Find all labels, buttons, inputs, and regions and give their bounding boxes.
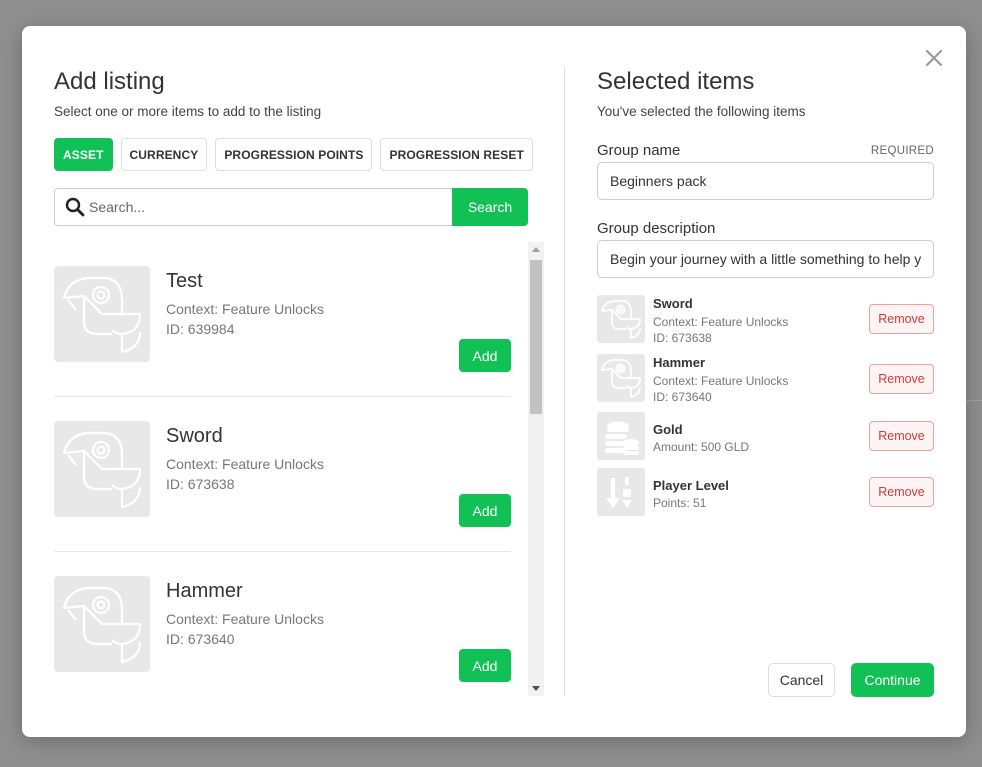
triangle-down-icon <box>532 686 540 691</box>
selected-thumbnail <box>597 354 645 402</box>
selected-subtitle: You've selected the following items <box>597 104 806 119</box>
item-thumbnail <box>54 266 150 362</box>
panel-subtitle: Select one or more items to add to the l… <box>54 104 322 119</box>
list-scrollbar[interactable] <box>528 242 544 696</box>
selected-item: Sword Context: Feature Unlocks ID: 67363… <box>597 295 934 345</box>
scroll-down-arrow[interactable] <box>528 682 544 696</box>
selected-title: Selected items <box>597 68 755 95</box>
filter-asset[interactable]: ASSET <box>54 138 113 171</box>
coins-icon <box>605 421 639 455</box>
sort-arrows-icon <box>606 477 632 508</box>
type-filters: ASSET CURRENCY PROGRESSION POINTS PROGRE… <box>54 138 533 171</box>
selected-amount: Amount: 500 GLD <box>653 440 750 454</box>
item-context: Context: Feature Unlocks <box>166 611 324 627</box>
backdrop-divider <box>966 400 982 401</box>
search-button[interactable]: Search <box>452 188 528 226</box>
selected-context: Context: Feature Unlocks <box>653 374 789 388</box>
item-id: ID: 673638 <box>166 476 235 492</box>
selected-id: ID: 673638 <box>653 331 712 345</box>
required-label: REQUIRED <box>870 145 934 157</box>
item-thumbnail <box>54 576 150 672</box>
selected-thumbnail <box>597 468 645 516</box>
parrot-placeholder-icon <box>601 300 641 339</box>
selected-thumbnail <box>597 412 645 460</box>
add-button[interactable]: Add <box>459 649 511 682</box>
panel-divider <box>564 66 565 696</box>
selected-name: Hammer <box>653 355 706 370</box>
list-item: Hammer Context: Feature Unlocks ID: 6736… <box>54 552 511 696</box>
continue-button[interactable]: Continue <box>851 663 934 697</box>
remove-button[interactable]: Remove <box>869 477 934 507</box>
search-icon <box>65 197 85 217</box>
parrot-placeholder-icon <box>62 586 142 664</box>
selected-item: Gold Amount: 500 GLD Remove <box>597 412 934 462</box>
item-id: ID: 673640 <box>166 631 235 647</box>
group-description-input[interactable] <box>597 240 934 278</box>
remove-button[interactable]: Remove <box>869 364 934 394</box>
add-button[interactable]: Add <box>459 494 511 527</box>
group-description-label: Group description <box>597 220 716 237</box>
filter-progression-points[interactable]: PROGRESSION POINTS <box>215 138 373 171</box>
selected-items-panel: Selected items You've selected the follo… <box>597 26 934 737</box>
search-box[interactable] <box>54 188 452 226</box>
item-id: ID: 639984 <box>166 321 235 337</box>
selected-id: ID: 673640 <box>653 390 712 404</box>
scroll-up-arrow[interactable] <box>528 242 544 256</box>
item-name: Test <box>166 270 203 292</box>
parrot-placeholder-icon <box>62 276 142 354</box>
group-name-input[interactable] <box>597 162 934 200</box>
cancel-button[interactable]: Cancel <box>768 663 835 697</box>
selected-item: Hammer Context: Feature Unlocks ID: 6736… <box>597 354 934 404</box>
selected-context: Context: Feature Unlocks <box>653 315 789 329</box>
list-item: Sword Context: Feature Unlocks ID: 67363… <box>54 397 511 552</box>
list-item: Test Context: Feature Unlocks ID: 639984… <box>54 242 511 397</box>
selected-name: Sword <box>653 296 693 311</box>
item-context: Context: Feature Unlocks <box>166 301 324 317</box>
parrot-placeholder-icon <box>62 431 142 509</box>
selected-name: Gold <box>653 422 683 437</box>
triangle-up-icon <box>532 247 540 252</box>
filter-progression-reset[interactable]: PROGRESSION RESET <box>380 138 533 171</box>
add-button[interactable]: Add <box>459 339 511 372</box>
remove-button[interactable]: Remove <box>869 421 934 451</box>
search-bar: Search <box>54 188 528 226</box>
item-name: Sword <box>166 425 223 447</box>
scroll-thumb[interactable] <box>530 260 542 414</box>
selected-name: Player Level <box>653 478 729 493</box>
panel-title: Add listing <box>54 68 165 95</box>
add-listing-modal: Add listing Select one or more items to … <box>22 26 966 737</box>
add-listing-panel: Add listing Select one or more items to … <box>54 26 544 737</box>
group-name-label: Group name <box>597 142 681 159</box>
item-thumbnail <box>54 421 150 517</box>
selected-thumbnail <box>597 295 645 343</box>
item-context: Context: Feature Unlocks <box>166 456 324 472</box>
filter-currency[interactable]: CURRENCY <box>120 138 208 171</box>
remove-button[interactable]: Remove <box>869 304 934 334</box>
asset-list: Test Context: Feature Unlocks ID: 639984… <box>54 242 544 696</box>
search-input[interactable] <box>89 199 389 215</box>
selected-points: Points: 51 <box>653 496 707 510</box>
selected-item: Player Level Points: 51 Remove <box>597 468 934 518</box>
item-name: Hammer <box>166 580 243 602</box>
parrot-placeholder-icon <box>601 359 641 398</box>
